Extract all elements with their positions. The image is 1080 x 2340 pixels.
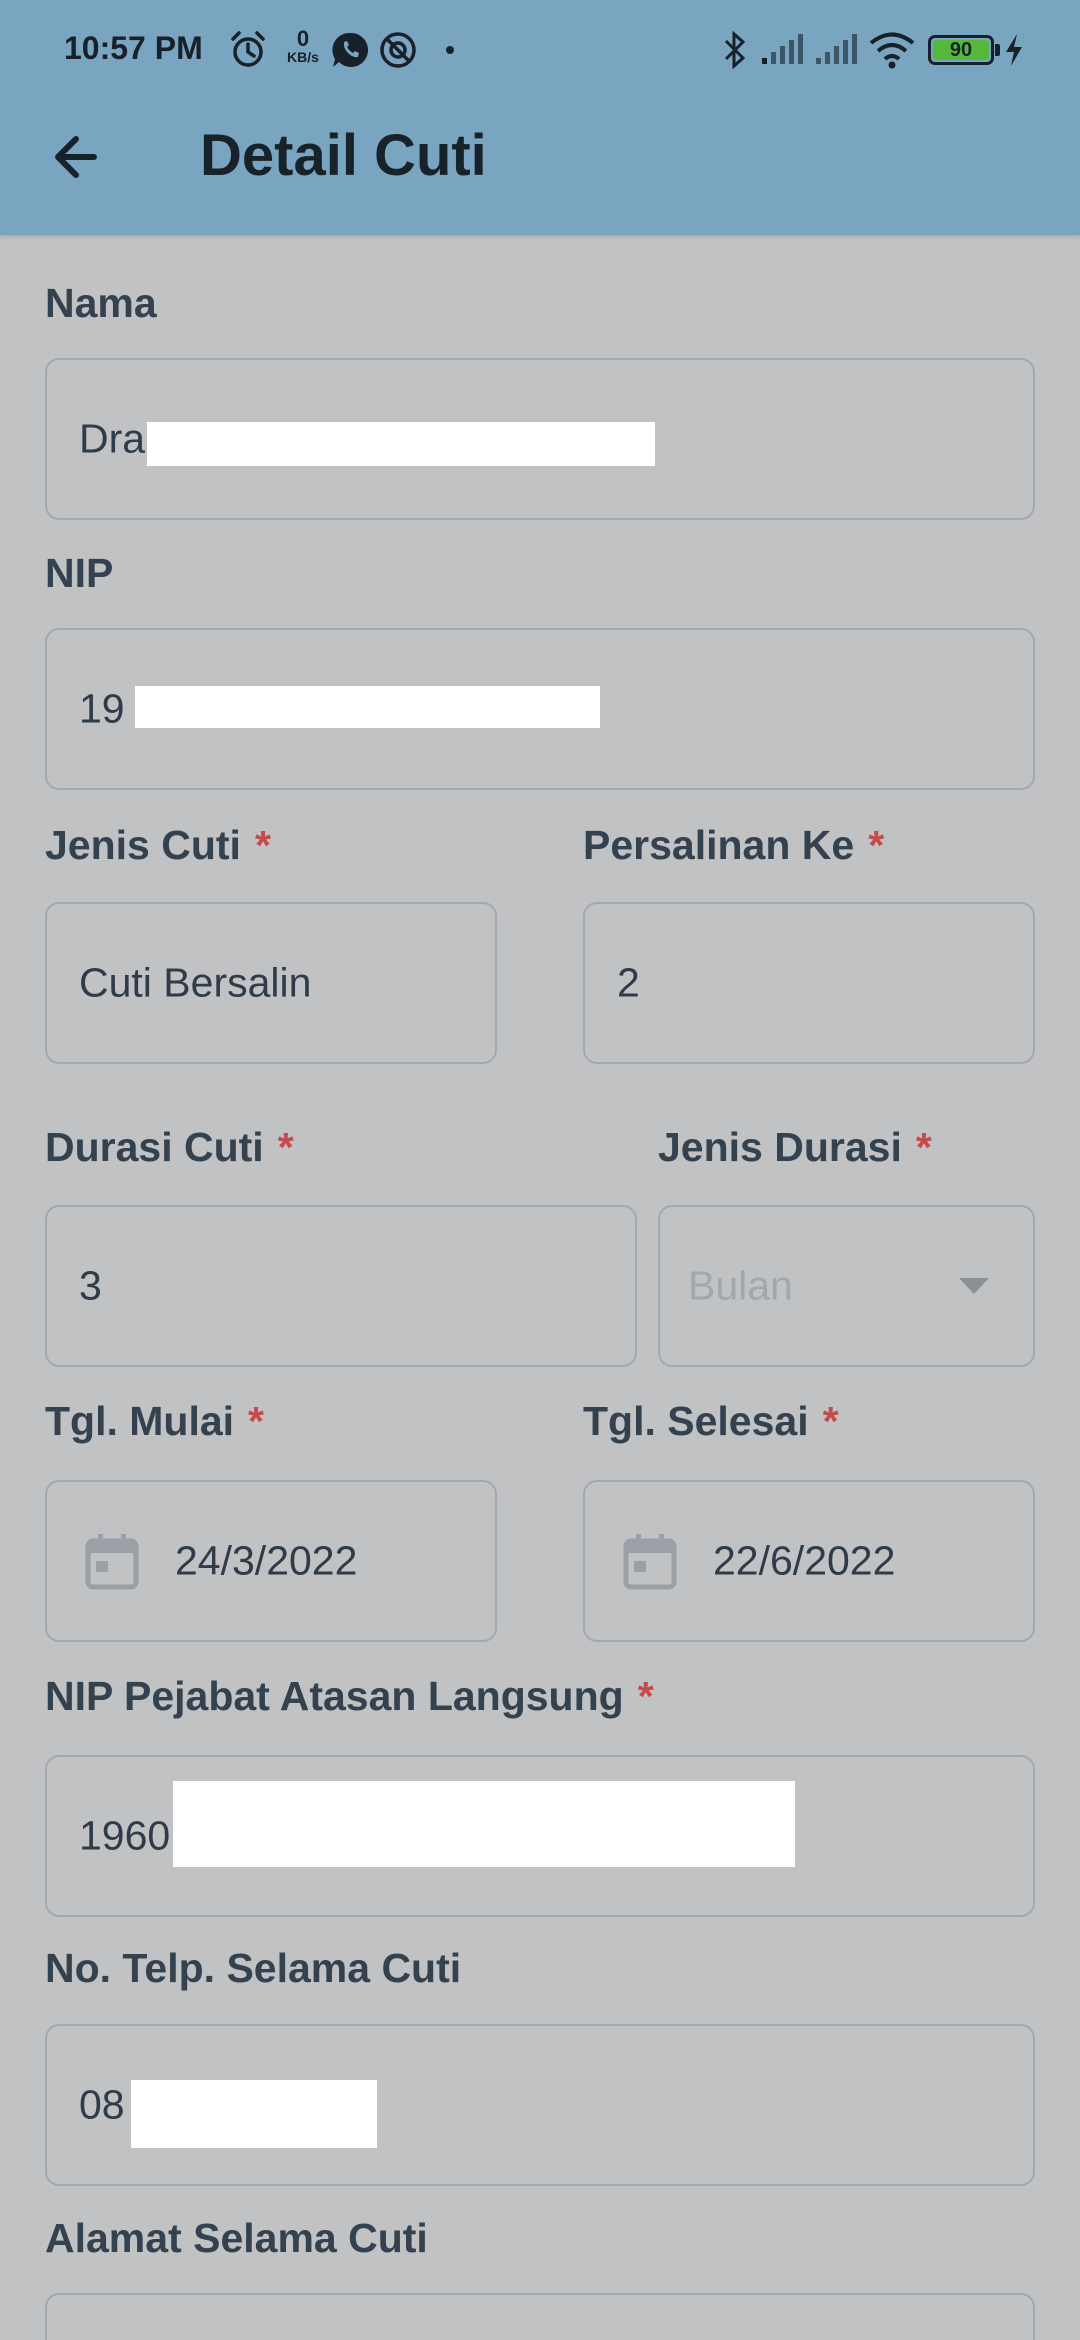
tgl-selesai-label-text: Tgl. Selesai <box>583 1398 809 1444</box>
back-arrow-icon[interactable] <box>44 122 114 192</box>
alarm-icon <box>231 31 265 67</box>
tgl-selesai-label: Tgl. Selesai * <box>583 1398 839 1445</box>
net-speed-unit: KB/s <box>287 49 319 65</box>
required-asterisk: * <box>868 822 885 868</box>
tgl-mulai-value: 24/3/2022 <box>175 1537 358 1584</box>
nama-field[interactable]: Dra <box>45 358 1035 520</box>
alamat-field[interactable] <box>45 2293 1035 2340</box>
no-telp-field[interactable]: 08 <box>45 2024 1035 2186</box>
alamat-label-text: Alamat Selama Cuti <box>45 2215 428 2261</box>
tgl-mulai-field[interactable]: 24/3/2022 <box>45 1480 497 1642</box>
battery-icon: 90 <box>928 35 994 65</box>
durasi-cuti-label: Durasi Cuti * <box>45 1124 294 1171</box>
signal-icon <box>762 34 803 64</box>
jenis-cuti-label-text: Jenis Cuti <box>45 822 241 868</box>
no-telp-label: No. Telp. Selama Cuti <box>45 1945 461 1992</box>
calendar-icon <box>85 1534 139 1590</box>
nip-field[interactable]: 19 <box>45 628 1035 790</box>
nama-label-text: Nama <box>45 280 157 326</box>
nip-value: 19 <box>79 685 125 732</box>
persalinan-ke-label: Persalinan Ke * <box>583 822 884 869</box>
redaction-box <box>131 2080 377 2148</box>
jenis-durasi-label: Jenis Durasi * <box>658 1124 932 1171</box>
durasi-cuti-value: 3 <box>79 1262 102 1309</box>
redaction-box <box>135 686 600 728</box>
required-asterisk: * <box>637 1673 654 1719</box>
required-asterisk: * <box>822 1398 839 1444</box>
persalinan-ke-field[interactable]: 2 <box>583 902 1035 1064</box>
calendar-icon <box>623 1534 677 1590</box>
wifi-icon <box>869 32 915 69</box>
persalinan-ke-value: 2 <box>617 959 640 1006</box>
required-asterisk: * <box>277 1124 294 1170</box>
battery-tip <box>995 44 1000 56</box>
signal-icon <box>816 34 857 64</box>
tgl-mulai-label-text: Tgl. Mulai <box>45 1398 235 1444</box>
tgl-mulai-label: Tgl. Mulai * <box>45 1398 264 1445</box>
nip-atasan-label-text: NIP Pejabat Atasan Langsung <box>45 1673 624 1719</box>
jenis-durasi-label-text: Jenis Durasi <box>658 1124 902 1170</box>
battery-level: 90 <box>933 40 989 60</box>
dropdown-caret-icon <box>959 1278 989 1294</box>
nip-label: NIP <box>45 550 113 597</box>
nama-value: Dra <box>79 415 146 462</box>
jenis-cuti-value: Cuti Bersalin <box>79 959 312 1006</box>
jenis-durasi-select[interactable]: Bulan <box>658 1205 1035 1367</box>
whatsapp-icon <box>332 32 369 67</box>
app-header: 10:57 PM 0 KB/s 90 Detail Cuti <box>0 0 1080 235</box>
jenis-cuti-field[interactable]: Cuti Bersalin <box>45 902 497 1064</box>
required-asterisk: * <box>915 1124 932 1170</box>
required-asterisk: * <box>254 822 271 868</box>
jenis-durasi-value: Bulan <box>688 1262 793 1309</box>
nama-label: Nama <box>45 280 157 327</box>
notification-dot <box>446 46 454 54</box>
alamat-label: Alamat Selama Cuti <box>45 2215 428 2262</box>
redaction-box <box>173 1781 795 1867</box>
bluetooth-icon <box>724 30 746 70</box>
page-title: Detail Cuti <box>200 123 487 188</box>
redaction-box <box>147 422 655 466</box>
status-time: 10:57 PM <box>64 30 203 66</box>
required-asterisk: * <box>248 1398 265 1444</box>
nip-label-text: NIP <box>45 550 114 596</box>
no-telp-value: 08 <box>79 2081 125 2128</box>
nip-atasan-field[interactable]: 1960 <box>45 1755 1035 1917</box>
net-speed-value: 0 <box>296 26 310 51</box>
tgl-selesai-value: 22/6/2022 <box>713 1537 896 1584</box>
jenis-cuti-label: Jenis Cuti * <box>45 822 271 869</box>
charging-icon <box>1006 34 1022 66</box>
durasi-cuti-label-text: Durasi Cuti <box>45 1124 264 1170</box>
durasi-cuti-field[interactable]: 3 <box>45 1205 637 1367</box>
nip-atasan-value: 1960 <box>79 1812 171 1859</box>
sync-icon <box>380 32 416 68</box>
nip-atasan-label: NIP Pejabat Atasan Langsung * <box>45 1673 654 1720</box>
net-speed: 0 KB/s <box>283 28 323 65</box>
no-telp-label-text: No. Telp. Selama Cuti <box>45 1945 462 1991</box>
persalinan-ke-label-text: Persalinan Ke <box>583 822 855 868</box>
tgl-selesai-field[interactable]: 22/6/2022 <box>583 1480 1035 1642</box>
